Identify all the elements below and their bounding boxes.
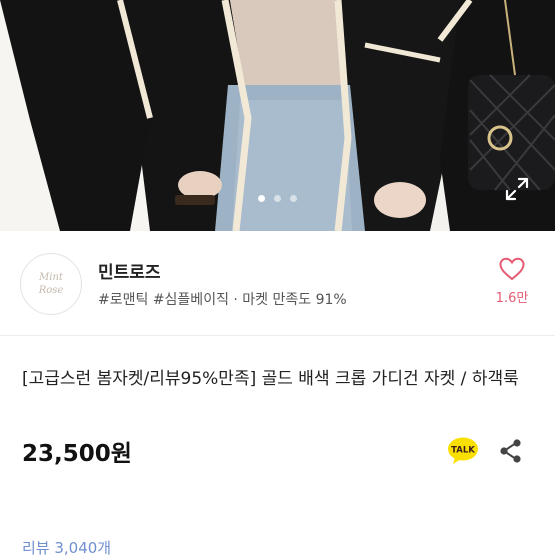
review-count-link[interactable]: 리뷰 3,040개 (22, 537, 111, 555)
shop-logo-line1: Mint (39, 272, 63, 283)
shop-name[interactable]: 민트로즈 (98, 258, 161, 283)
shop-logo[interactable]: Mint Rose (20, 253, 82, 315)
shop-info[interactable]: Mint Rose 민트로즈 #로맨틱 #심플베이직 · 마켓 만족도 91% … (0, 231, 555, 336)
carousel-dot-1[interactable] (258, 195, 265, 202)
product-title: [고급스런 봄자켓/리뷰95%만족] 골드 배색 크롭 가디건 자켓 / 하객룩 (22, 369, 519, 389)
product-image[interactable] (0, 0, 555, 231)
shop-logo-line2: Rose (38, 285, 64, 296)
carousel-dots (0, 195, 555, 202)
heart-icon (499, 257, 525, 281)
share-button[interactable] (498, 438, 524, 464)
shop-tags: #로맨틱 #심플베이직 · 마켓 만족도 91% (98, 292, 347, 308)
talk-label: TALK (451, 446, 475, 456)
expand-icon[interactable] (504, 176, 530, 202)
product-price: 23,500원 (22, 441, 132, 467)
carousel-dot-2[interactable] (274, 195, 281, 202)
share-icon (500, 439, 521, 463)
carousel-dot-3[interactable] (290, 195, 297, 202)
like-button[interactable]: 1.6만 (487, 257, 537, 306)
talk-icon: TALK (448, 437, 478, 464)
talk-button[interactable]: TALK (447, 437, 479, 465)
like-count: 1.6만 (495, 291, 529, 306)
